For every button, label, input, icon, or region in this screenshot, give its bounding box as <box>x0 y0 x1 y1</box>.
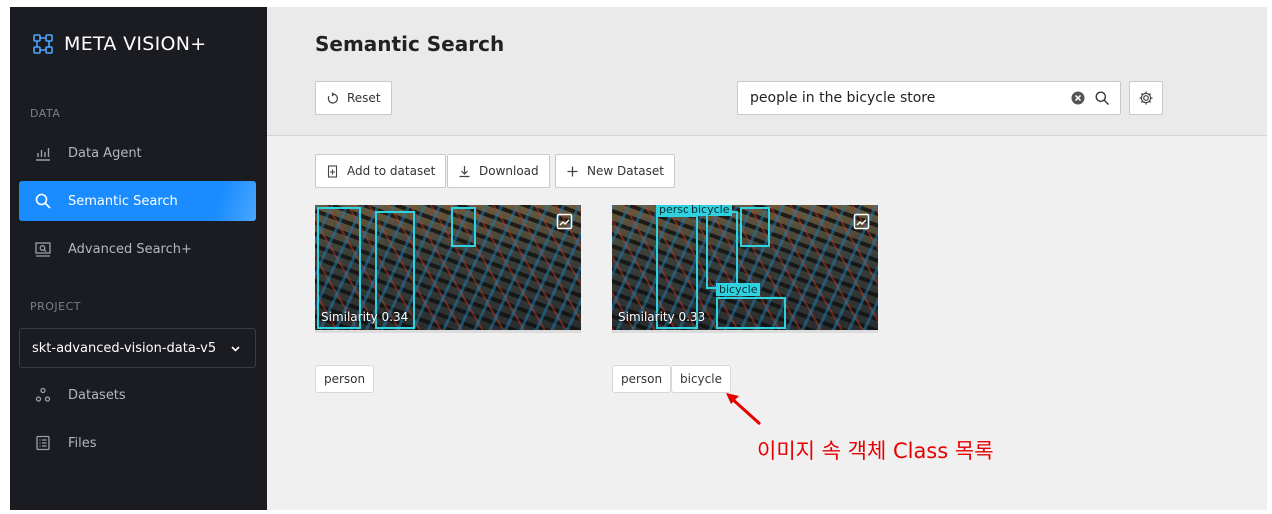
reset-button[interactable]: Reset <box>315 81 392 115</box>
monitor-search-icon <box>35 242 51 257</box>
add-to-dataset-button[interactable]: Add to dataset <box>315 154 447 188</box>
sidebar-item-label: Advanced Search+ <box>68 241 192 257</box>
search-input[interactable]: people in the bicycle store <box>737 81 1121 115</box>
expand-icon[interactable] <box>556 213 573 230</box>
reset-icon <box>327 92 338 104</box>
add-file-icon <box>327 164 338 178</box>
bbox-person <box>451 207 476 247</box>
clear-icon[interactable] <box>1070 90 1086 106</box>
sidebar-item-label: Data Agent <box>68 145 142 161</box>
plus-icon <box>567 166 578 176</box>
chevron-down-icon <box>231 345 240 352</box>
result-image-1[interactable]: Similarity 0.34 <box>315 205 581 333</box>
bbox-person <box>706 211 738 289</box>
project-select[interactable]: skt-advanced-vision-data-v5 <box>19 328 256 368</box>
add-to-dataset-label: Add to dataset <box>347 164 436 178</box>
class-tag-person[interactable]: person <box>315 365 375 393</box>
sidebar-item-datasets[interactable]: Datasets <box>19 375 256 415</box>
download-button[interactable]: Download <box>447 154 550 188</box>
similarity-score: Similarity 0.34 <box>321 310 409 324</box>
sidebar-item-advanced-search[interactable]: Advanced Search+ <box>19 229 256 269</box>
app-window: META VISION+ DATA Data Agent Semantic Se… <box>10 7 1267 510</box>
search-icon <box>35 193 51 209</box>
page-title: Semantic Search <box>315 32 505 56</box>
sidebar-item-label: Files <box>68 435 97 451</box>
files-icon <box>36 435 50 451</box>
bbox-label-bicycle: bicycle <box>716 283 761 296</box>
annotation-text: 이미지 속 객체 Class 목록 <box>757 439 994 463</box>
sidebar-item-label: Datasets <box>68 387 126 403</box>
bar-chart-icon <box>36 148 50 161</box>
sidebar: META VISION+ DATA Data Agent Semantic Se… <box>10 7 267 510</box>
sidebar-item-files[interactable]: Files <box>19 423 256 463</box>
download-label: Download <box>479 164 539 178</box>
class-tag-bicycle[interactable]: bicycle <box>671 365 731 393</box>
datasets-icon <box>35 387 51 402</box>
search-icon[interactable] <box>1094 90 1110 106</box>
new-dataset-label: New Dataset <box>587 164 664 178</box>
similarity-score: Similarity 0.33 <box>618 310 706 324</box>
project-select-value: skt-advanced-vision-data-v5 <box>32 340 217 356</box>
class-tag-person[interactable]: person <box>612 365 672 393</box>
section-label-data: DATA <box>30 107 61 120</box>
search-settings-button[interactable] <box>1129 81 1163 115</box>
download-icon <box>459 165 470 177</box>
search-value: people in the bicycle store <box>750 90 936 106</box>
app-name: META VISION+ <box>64 33 207 55</box>
bbox-label-bicycle: bicycle <box>688 205 733 216</box>
sidebar-item-data-agent[interactable]: Data Agent <box>19 133 256 173</box>
bbox-person <box>740 207 770 247</box>
sidebar-item-semantic-search[interactable]: Semantic Search <box>19 181 256 221</box>
section-label-project: PROJECT <box>30 300 82 313</box>
result-image-2[interactable]: perso bicycle bicycle Similarity 0.33 <box>612 205 878 333</box>
gear-icon <box>1139 91 1153 105</box>
bbox-bicycle <box>716 297 786 329</box>
sidebar-item-label: Semantic Search <box>68 193 178 209</box>
search-header: Semantic Search Reset people in the bicy… <box>267 7 1267 136</box>
expand-icon[interactable] <box>853 213 870 230</box>
app-logo[interactable]: META VISION+ <box>32 33 207 55</box>
new-dataset-button[interactable]: New Dataset <box>555 154 675 188</box>
annotation-arrow <box>726 393 762 426</box>
reset-label: Reset <box>347 91 381 105</box>
logo-icon <box>33 34 53 54</box>
